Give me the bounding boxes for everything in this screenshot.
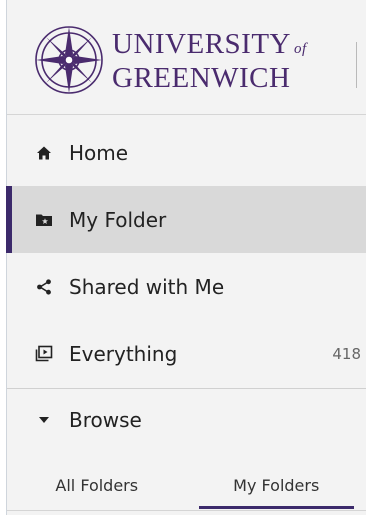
section-divider: [7, 388, 366, 389]
browse-toggle[interactable]: Browse: [7, 393, 366, 447]
compass-rose-icon: [35, 26, 103, 94]
everything-count-badge: 418: [332, 344, 361, 363]
nav-item-home[interactable]: Home: [7, 119, 366, 186]
tabs-bottom-rule: [7, 510, 366, 511]
nav-item-shared-with-me[interactable]: Shared with Me: [7, 253, 366, 320]
everything-icon: [35, 345, 53, 363]
home-icon: [35, 144, 53, 162]
browse-tabs: All Folders My Folders: [7, 460, 366, 510]
logo-header: UNIVERSITY of GREENWICH: [7, 0, 366, 115]
browse-label: Browse: [69, 408, 142, 432]
triangle-down-icon: [35, 411, 53, 429]
tab-label-my-folders: My Folders: [233, 475, 320, 495]
wordmark-line1: UNIVERSITY: [112, 28, 291, 60]
main-nav: Home My Folder Shared with Me Everything…: [6, 119, 366, 387]
wordmark-of: of: [294, 41, 307, 57]
header-divider: [356, 42, 357, 88]
share-icon: [35, 278, 53, 296]
nav-label-home: Home: [69, 140, 129, 165]
nav-item-everything[interactable]: Everything 418: [7, 320, 366, 387]
wordmark-line2: GREENWICH: [112, 62, 291, 94]
folder-star-icon: [35, 211, 53, 229]
nav-item-my-folder[interactable]: My Folder: [6, 186, 366, 253]
tab-my-folders[interactable]: My Folders: [187, 460, 366, 510]
nav-label-everything: Everything: [69, 341, 178, 366]
nav-label-my-folder: My Folder: [69, 207, 167, 232]
nav-label-shared-with-me: Shared with Me: [69, 274, 225, 299]
sidebar: UNIVERSITY of GREENWICH Home My Folder S…: [6, 0, 366, 515]
tab-label-all-folders: All Folders: [55, 475, 139, 495]
tab-all-folders[interactable]: All Folders: [7, 460, 187, 510]
university-wordmark: UNIVERSITY of GREENWICH: [112, 30, 307, 93]
